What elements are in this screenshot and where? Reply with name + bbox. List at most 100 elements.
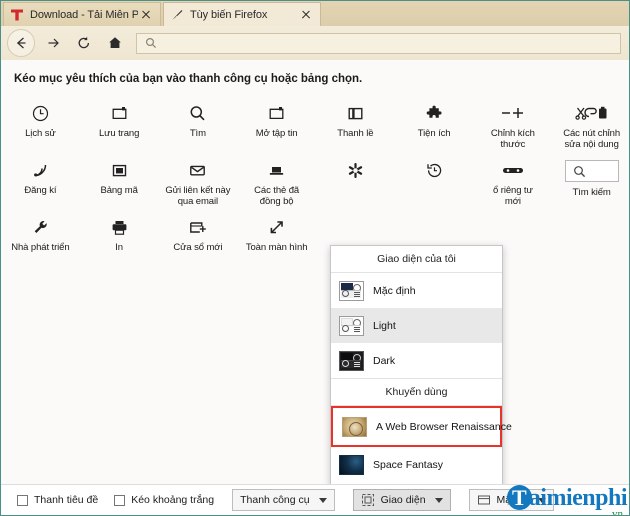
paintbrush-icon [172, 9, 183, 20]
taimienphi-watermark: T aimienphi .vn [504, 485, 628, 515]
theme-row-default[interactable]: Mặc định [331, 273, 502, 308]
history-restore-icon [425, 160, 444, 180]
themes-dropdown-panel: Giao diện của tôi Mặc định Light Dark Kh… [330, 245, 512, 484]
palette-item-history[interactable]: Lịch sử [1, 95, 80, 152]
theme-row-renaissance[interactable]: A Web Browser Renaissance [334, 409, 512, 444]
palette-item-print[interactable]: In [80, 209, 159, 266]
palette-item-subscribe[interactable]: Đăng kí [1, 152, 80, 209]
home-icon [109, 37, 121, 48]
tab-title: Download - Tải Miễn Phí VN - [30, 8, 138, 21]
watermark-word: aimienphi [528, 485, 628, 511]
reload-button[interactable] [71, 30, 97, 56]
checkbox-box[interactable] [17, 494, 28, 506]
dropdown-toolbars[interactable]: Thanh công cụ [232, 489, 335, 511]
palette-item-label: Mở tập tin [255, 128, 298, 139]
tab-customize-firefox[interactable]: Tùy biến Firefox [163, 2, 321, 26]
palette-item-label: Cửa sổ mới [173, 242, 223, 253]
palette-item-zoom-controls[interactable]: Chỉnh kích thước [474, 95, 553, 152]
widget-palette: Lịch sử Lưu trang Tìm Mở tập tin Thanh l… [1, 95, 629, 266]
open-file-icon [267, 103, 286, 123]
theme-name: Dark [373, 354, 396, 367]
palette-item-label: Các nút chỉnh sửa nội dung [563, 128, 621, 150]
theme-row-dark[interactable]: Dark [331, 343, 502, 378]
palette-item-settings[interactable] [316, 152, 395, 209]
palette-item-sidebar[interactable]: Thanh lề [316, 95, 395, 152]
fullscreen-icon [267, 217, 286, 237]
renaissance-theme-thumb [342, 416, 367, 437]
theme-name: Space Fantasy [373, 458, 444, 471]
url-bar[interactable] [136, 32, 621, 54]
palette-item-label: Bảng mã [100, 185, 138, 196]
close-icon[interactable] [138, 7, 154, 23]
palette-row: Lịch sử Lưu trang Tìm Mở tập tin Thanh l… [1, 95, 629, 152]
theme-row-light[interactable]: Light [331, 308, 502, 343]
palette-item-label: Gửi liên kết này qua email [165, 185, 231, 207]
palette-item-label: Lịch sử [25, 128, 56, 139]
palette-item-label: Lưu trang [98, 128, 140, 139]
palette-item-label: Nhà phát triển [11, 242, 70, 253]
palette-item-label: Các thẻ đã đồng bộ [254, 185, 300, 207]
watermark-tld: .vn [609, 508, 623, 516]
palette-item-developer[interactable]: Nhà phát triển [1, 209, 80, 266]
palette-item-label: In [115, 242, 123, 253]
palette-item-charset[interactable]: Bảng mã [80, 152, 159, 209]
palette-item-addons[interactable]: Tiện ích [395, 95, 474, 152]
dropdown-themes[interactable]: Giao diện [352, 489, 451, 511]
back-button[interactable] [7, 29, 35, 57]
forward-button[interactable] [40, 30, 66, 56]
save-page-icon [110, 103, 129, 123]
dropdown-label: Giao diện [380, 494, 426, 506]
palette-item-synced-tabs[interactable]: Các thẻ đã đồng bộ [237, 152, 316, 209]
tab-download-taimienphi[interactable]: Download - Tải Miễn Phí VN - [3, 2, 161, 26]
palette-item-private-window[interactable]: ổ riêng tư mới [474, 152, 553, 209]
sidebar-icon [346, 103, 365, 123]
watermark-mark: T [506, 485, 532, 510]
theme-row-pastel-gradient[interactable]: Pastel Gradient [331, 482, 502, 484]
palette-item-save-page[interactable]: Lưu trang [80, 95, 159, 152]
palette-item-find[interactable]: Tìm [159, 95, 238, 152]
palette-item-restore-session[interactable] [395, 152, 474, 209]
palette-item-label: Tìm kiếm [572, 187, 611, 198]
checkbox-box[interactable] [114, 494, 126, 506]
palette-item-edit-controls[interactable]: Các nút chỉnh sửa nội dung [552, 95, 629, 152]
chevron-down-icon [434, 497, 443, 503]
wrench-icon [31, 217, 50, 237]
forward-arrow-icon [48, 38, 59, 48]
clock-icon [31, 103, 50, 123]
search-box-icon[interactable] [564, 160, 619, 182]
zoom-minus-plus-icon [499, 103, 527, 123]
palette-item-search-box[interactable]: Tìm kiếm [552, 152, 629, 209]
themes-section-mine: Giao diện của tôi [331, 246, 502, 273]
customize-page: Kéo mục yêu thích của bạn vào thanh công… [1, 60, 629, 484]
tab-strip-empty-area [321, 1, 629, 26]
palette-row: Đăng kí Bảng mã Gửi liên kết này qua ema… [1, 152, 629, 209]
back-arrow-icon [16, 37, 26, 49]
close-icon[interactable] [298, 7, 314, 23]
tab-strip: Download - Tải Miễn Phí VN - Tùy biến Fi… [1, 1, 629, 26]
theme-icon [361, 494, 374, 506]
palette-item-fullscreen[interactable]: Toàn màn hình [237, 209, 316, 266]
palette-item-new-window[interactable]: Cửa sổ mới [159, 209, 238, 266]
checkbox-label: Kéo khoảng trắng [131, 494, 215, 506]
density-icon [477, 495, 490, 505]
highlight-box-renaissance: A Web Browser Renaissance [331, 406, 512, 447]
customize-hint: Kéo mục yêu thích của bạn vào thanh công… [14, 73, 363, 85]
light-theme-thumb [339, 315, 364, 336]
palette-item-email-link[interactable]: Gửi liên kết này qua email [159, 152, 238, 209]
search-icon [145, 37, 157, 49]
palette-item-open-file[interactable]: Mở tập tin [237, 95, 316, 152]
dark-theme-thumb [339, 350, 364, 371]
checkbox-label: Thanh tiêu đề [34, 494, 99, 506]
charset-icon [110, 160, 129, 180]
printer-icon [110, 217, 129, 237]
gear-icon [346, 160, 365, 180]
email-icon [188, 160, 207, 180]
palette-item-label: Đăng kí [24, 185, 57, 196]
checkbox-title-bar[interactable]: Thanh tiêu đề [17, 494, 98, 506]
checkbox-drag-space[interactable]: Kéo khoảng trắng [114, 494, 214, 506]
theme-row-space-fantasy[interactable]: Space Fantasy [331, 447, 502, 482]
palette-item-label: Thanh lề [337, 128, 374, 139]
home-button[interactable] [102, 30, 128, 56]
palette-item-label: Toàn màn hình [245, 242, 308, 253]
chevron-down-icon [318, 497, 327, 503]
